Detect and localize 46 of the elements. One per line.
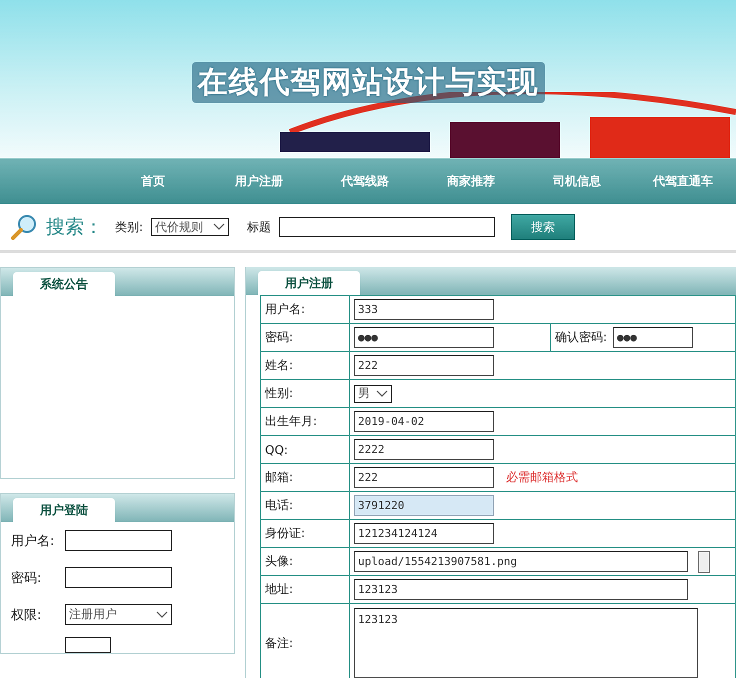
title-label: 标题 bbox=[247, 218, 272, 236]
magnifier-icon bbox=[10, 214, 38, 240]
caret-icon bbox=[376, 390, 388, 398]
role-select[interactable]: 注册用户 bbox=[65, 604, 172, 625]
title-field[interactable] bbox=[279, 217, 496, 237]
password-field[interactable] bbox=[65, 567, 172, 588]
input-field[interactable]: 2222 bbox=[354, 439, 494, 460]
form-label: 邮箱: bbox=[260, 464, 350, 492]
form-label: 用户名: bbox=[260, 296, 350, 324]
validation-hint: 必需邮箱格式 bbox=[506, 469, 578, 486]
field-label: 用户名: bbox=[11, 532, 55, 550]
form-label: 头像: bbox=[260, 548, 350, 576]
input-field[interactable]: 3791220 bbox=[354, 495, 494, 516]
form-label: QQ: bbox=[260, 436, 350, 464]
form-label: 姓名: bbox=[260, 352, 350, 380]
input-field[interactable]: 222 bbox=[354, 355, 494, 376]
form-label: 出生年月: bbox=[260, 408, 350, 436]
form-label: 身份证: bbox=[260, 520, 350, 548]
field-label: 权限: bbox=[11, 606, 42, 624]
input-field[interactable] bbox=[65, 637, 111, 653]
form-label: 地址: bbox=[260, 576, 350, 604]
password-field[interactable]: ●●● bbox=[354, 327, 494, 348]
search-heading: 搜索： bbox=[46, 215, 103, 240]
form-label: 确认密码: bbox=[555, 329, 608, 346]
caret-icon bbox=[213, 223, 226, 231]
text-area[interactable]: 123123 bbox=[354, 608, 698, 678]
input-field[interactable]: 123123 bbox=[354, 579, 688, 600]
field-label: 密码: bbox=[11, 570, 42, 586]
browse-button[interactable] bbox=[698, 550, 710, 572]
search-button[interactable]: 搜索 bbox=[511, 214, 576, 240]
form-label: 性别: bbox=[260, 380, 350, 408]
input-field[interactable]: 121234124124 bbox=[354, 523, 494, 544]
form-label: 备注: bbox=[260, 604, 350, 678]
password-field[interactable]: ●●● bbox=[613, 327, 694, 348]
input-field[interactable] bbox=[65, 530, 172, 551]
file-path-field[interactable]: upload/1554213907581.png bbox=[354, 551, 688, 572]
gender-select[interactable]: 男 bbox=[354, 384, 392, 402]
site-title: 在线代驾网站设计与实现 bbox=[192, 62, 544, 103]
form-label: 电话: bbox=[260, 492, 350, 520]
form-label: 密码: bbox=[260, 324, 350, 352]
input-field[interactable]: 2019-04-02 bbox=[354, 411, 494, 432]
input-field[interactable]: 222 bbox=[354, 467, 494, 488]
caret-icon bbox=[156, 610, 168, 618]
category-select[interactable]: 代价规则 bbox=[151, 218, 230, 236]
category-label: 类别: bbox=[115, 218, 144, 236]
input-field[interactable]: 333 bbox=[354, 299, 494, 320]
